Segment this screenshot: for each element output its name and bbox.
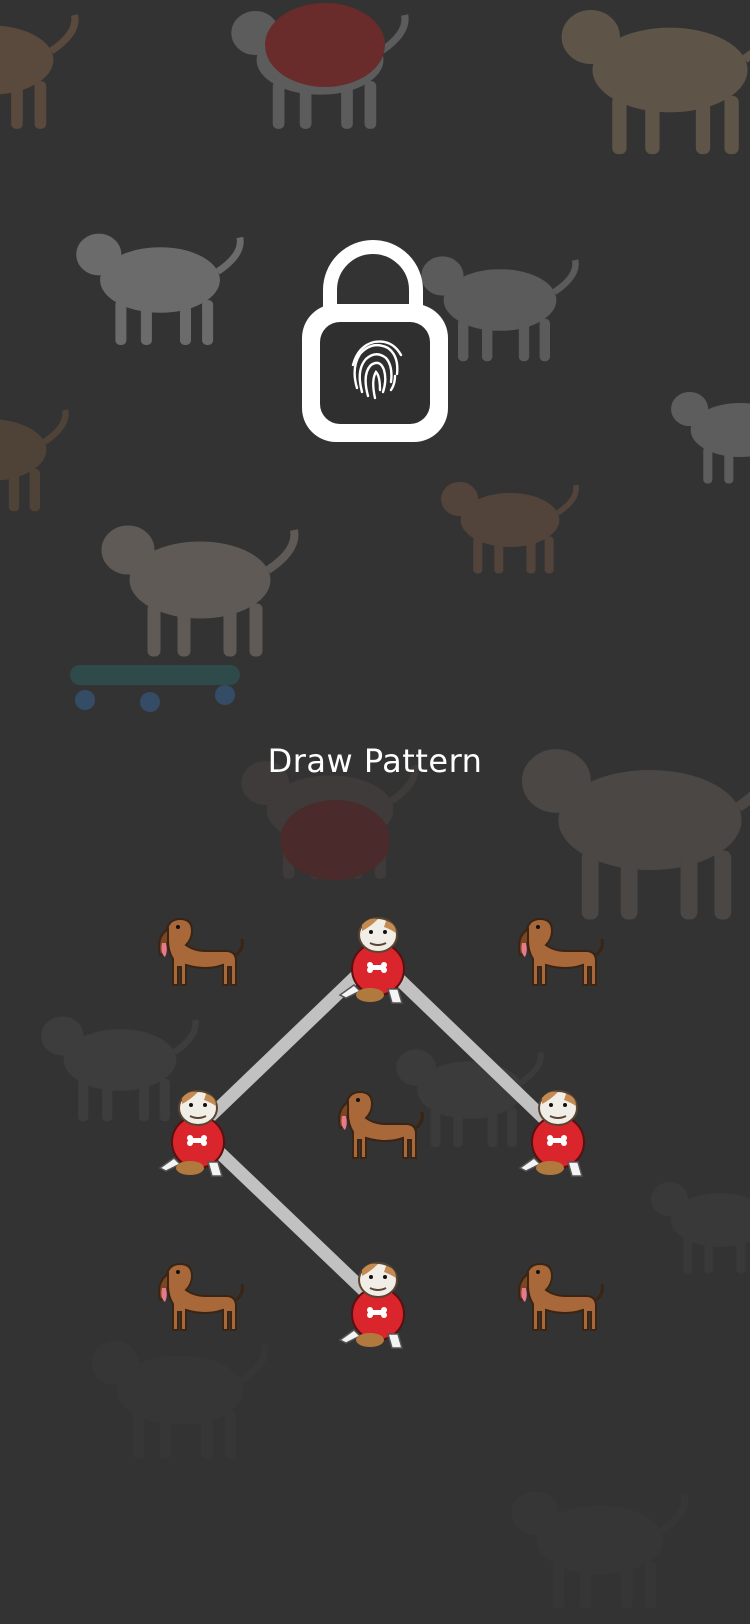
pattern-node-3[interactable]	[510, 917, 604, 1011]
pattern-node-1[interactable]	[150, 917, 244, 1011]
pattern-node-5[interactable]	[330, 1090, 424, 1184]
pattern-node-9[interactable]	[510, 1262, 604, 1356]
pattern-node-7[interactable]	[150, 1262, 244, 1356]
pattern-node-2[interactable]	[330, 917, 422, 1011]
pattern-lock-grid[interactable]	[0, 0, 750, 1624]
